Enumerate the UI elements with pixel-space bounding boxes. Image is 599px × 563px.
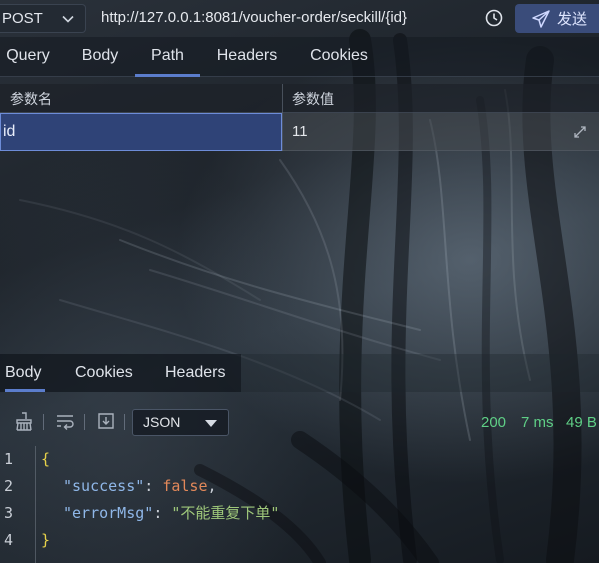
- json-key-success: "success": [63, 477, 145, 495]
- download-icon[interactable]: [95, 410, 117, 432]
- response-tabs: Body Cookies Headers: [0, 354, 241, 392]
- send-button[interactable]: 发送: [515, 4, 599, 33]
- send-label: 发送: [557, 11, 588, 28]
- method-label: POST: [2, 10, 43, 27]
- response-tab-headers[interactable]: Headers: [165, 354, 227, 392]
- broom-icon[interactable]: [13, 410, 35, 432]
- code-line: 2 "success": false,: [0, 473, 599, 499]
- clock-icon[interactable]: [484, 8, 504, 28]
- line-number: 1: [4, 450, 14, 468]
- param-value: 11: [292, 123, 308, 140]
- chevron-down-icon: [62, 15, 74, 23]
- status-code: 200: [481, 414, 507, 431]
- line-number: 2: [4, 477, 14, 495]
- column-header-name: 参数名: [10, 91, 52, 107]
- response-tab-body[interactable]: Body: [5, 354, 45, 392]
- wrap-lines-icon[interactable]: [54, 410, 76, 432]
- response-tab-strip: [241, 354, 599, 392]
- toolbar-divider: [124, 414, 125, 430]
- json-key-errormsg: "errorMsg": [63, 504, 154, 522]
- url-bar: POST http://127.0.0.1:8081/voucher-order…: [0, 0, 599, 37]
- format-label: JSON: [143, 414, 181, 430]
- code-line: 3 "errorMsg": "不能重复下单": [0, 500, 599, 526]
- param-value-cell[interactable]: 11: [283, 113, 599, 151]
- line-number: 4: [4, 531, 14, 549]
- tab-cookies[interactable]: Cookies: [309, 37, 369, 77]
- open-brace: {: [41, 450, 51, 468]
- code-line: 4 }: [0, 527, 599, 553]
- caret-down-icon: [205, 420, 217, 427]
- paper-plane-icon: [532, 9, 550, 28]
- url-input[interactable]: http://127.0.0.1:8081/voucher-order/seck…: [101, 6, 471, 30]
- response-toolbar: JSON 200 7 ms 49 B: [0, 404, 599, 440]
- line-number: 3: [4, 504, 14, 522]
- json-comma: ,: [207, 477, 217, 495]
- column-divider[interactable]: [282, 84, 283, 151]
- response-size: 49 B: [566, 414, 597, 431]
- tab-body[interactable]: Body: [80, 37, 120, 77]
- response-time: 7 ms: [521, 414, 554, 431]
- json-colon: :: [144, 477, 163, 495]
- table-row: id 11: [0, 113, 599, 151]
- param-name-cell[interactable]: id: [0, 113, 282, 151]
- json-value-errormsg: "不能重复下单": [171, 504, 280, 522]
- table-header: 参数名 参数值: [0, 84, 599, 113]
- method-select[interactable]: POST: [0, 4, 86, 33]
- tab-headers[interactable]: Headers: [214, 37, 280, 77]
- code-line: 1 {: [0, 446, 599, 472]
- request-tabs: Query Body Path Headers Cookies: [0, 37, 599, 77]
- tab-query[interactable]: Query: [5, 37, 51, 77]
- tab-path[interactable]: Path: [135, 37, 200, 77]
- toolbar-divider: [84, 414, 85, 430]
- expand-icon[interactable]: [573, 125, 587, 139]
- column-header-value: 参数值: [292, 91, 334, 107]
- json-colon: :: [153, 504, 172, 522]
- response-tab-cookies[interactable]: Cookies: [75, 354, 135, 392]
- format-select[interactable]: JSON: [132, 409, 229, 436]
- json-value-success: false: [162, 477, 208, 495]
- close-brace: }: [41, 531, 51, 549]
- toolbar-divider: [43, 414, 44, 430]
